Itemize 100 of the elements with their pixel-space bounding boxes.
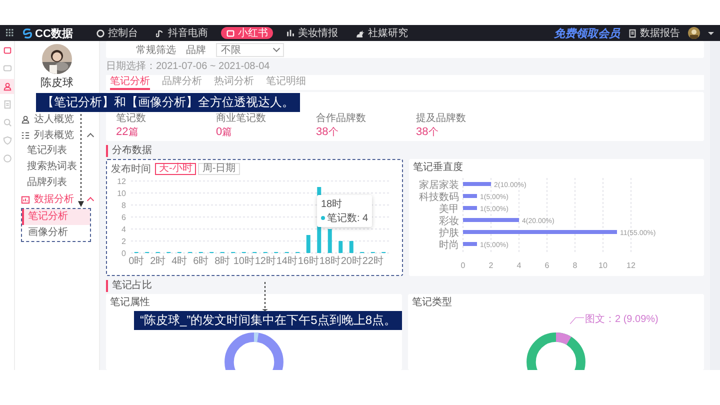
chat-icon [2,64,12,73]
book-icon [2,46,12,55]
menu-item[interactable]: 达人概览 [15,111,99,127]
axis-label: 22时 [362,256,384,267]
toggle-button[interactable]: 周-日期 [198,162,240,174]
axis-label: 4 [122,225,126,234]
annotation-callout: “陈皮球_”的发文时间集中在下午5点到晚上8点。 [134,311,402,330]
axis-label: 4 [516,261,522,270]
category-label: 彩妆 [439,216,459,227]
stat-value: 0篇 [216,125,234,139]
axis-label: 12 [117,177,126,186]
user-icon [21,114,30,124]
axis-label: 0时 [128,256,144,267]
bar[interactable] [463,230,617,234]
axis-label: 10 [117,189,126,198]
category-label: 美甲 [439,204,459,215]
bar[interactable] [349,241,354,253]
submenu-item[interactable]: 笔记列表 [15,143,99,159]
axis-label: 8 [122,201,126,210]
nav-tab[interactable]: 控制台 [90,27,143,39]
axis-label: 12时 [254,256,276,267]
submenu-item[interactable]: 笔记分析 [22,209,90,225]
series-dot-icon [321,216,325,220]
submenu-item[interactable]: 品牌列表 [15,175,99,191]
promo-link[interactable]: 免费领取会员 [554,26,620,40]
tab[interactable]: 笔记分析 [110,75,150,90]
axis-label: 10 [598,261,608,270]
axis-label: 4时 [172,256,188,267]
chart-title: 笔记垂直度 [413,161,464,174]
submenu-item[interactable]: 搜索热词表 [15,159,99,175]
axis-label: 2 [122,237,126,246]
axis-label: 6 [544,261,550,270]
tab[interactable]: 笔记明细 [266,75,306,90]
logo-icon [22,28,33,38]
rail-button[interactable] [0,79,14,94]
category-label: 护肤 [439,228,459,239]
stat-label: 商业笔记数 [216,112,267,125]
logo-text: CC数据 [35,26,73,40]
stat-label: 提及品牌数 [416,112,467,125]
note-icon [156,28,165,38]
chart-icon [21,194,30,204]
stat-label: 合作品牌数 [316,112,367,125]
bars-icon [286,28,295,38]
profile-name: 陈皮球 [40,76,74,90]
stat-value: 22篇 [116,125,140,139]
tab[interactable]: 热词分析 [214,75,254,90]
nav-tab[interactable]: 小红书 [220,27,273,39]
axis-label: 6 [122,213,126,222]
axis-label: 16时 [298,256,319,267]
bar[interactable] [306,235,310,253]
bar[interactable] [463,194,477,198]
badge-icon [2,154,12,163]
tooltip-value: 笔记数: 4 [327,212,368,225]
book-icon [226,28,235,38]
brand-select[interactable]: 不限 [216,42,284,56]
bar[interactable] [463,242,477,246]
bar[interactable] [463,218,519,222]
stat-value: 38个 [416,125,440,139]
category-label: 家居家装 [419,180,459,191]
bar[interactable] [463,206,477,210]
nav-tab[interactable]: 抖音电商 [150,27,213,39]
axis-label: 12 [626,261,636,270]
axis-label: 0 [122,249,126,258]
chart-title: 笔记属性 [110,296,151,309]
axis-label: 10时 [233,256,254,267]
date-range: 日期选择：2021-07-06 ~ 2021-08-04 [106,60,271,73]
bar[interactable] [338,241,343,253]
axis-label: 8时 [214,256,230,267]
tab[interactable]: 品牌分析 [162,75,202,90]
filter-section-label: 常规筛选 [136,44,176,56]
annotation-callout: 【笔记分析】和【画像分析】全方位透视达人。 [36,93,300,112]
axis-label: 14时 [276,256,298,267]
caret-icon[interactable] [708,32,714,34]
bar[interactable] [463,182,491,186]
filter-label: 品牌 [186,44,206,56]
axis-label: 18时 [319,256,340,267]
bar[interactable] [328,229,332,253]
section-title: 笔记占比 [106,280,704,292]
submenu-item[interactable]: 画像分析 [22,225,90,241]
report-link[interactable]: 数据报告 [628,26,680,40]
axis-label: 0 [460,261,466,270]
slice-label: 图文：2 (9.09%) [585,312,658,326]
axis-label: 8 [572,261,578,270]
tooltip-title: 18时 [321,198,344,211]
search-icon [2,118,12,127]
axis-label: 2 [488,261,494,270]
axis-label: 6时 [193,256,209,267]
stat-value: 38个 [316,125,340,139]
section-title: 分布数据 [106,145,704,157]
toggle-label: 发布时间 [111,162,151,176]
apps-icon[interactable] [6,29,14,37]
axis-label: 20时 [340,256,362,267]
menu-item[interactable]: 列表概览 [15,127,99,143]
dashboard-icon [96,28,105,38]
category-label: 科技数码 [419,192,459,203]
dotted-arrow [262,282,268,311]
document-icon [628,28,637,38]
nav-tab[interactable]: 美妆情报 [280,27,343,39]
nav-tab[interactable]: 社媒研究 [350,27,413,39]
chart-title: 笔记类型 [412,296,453,309]
